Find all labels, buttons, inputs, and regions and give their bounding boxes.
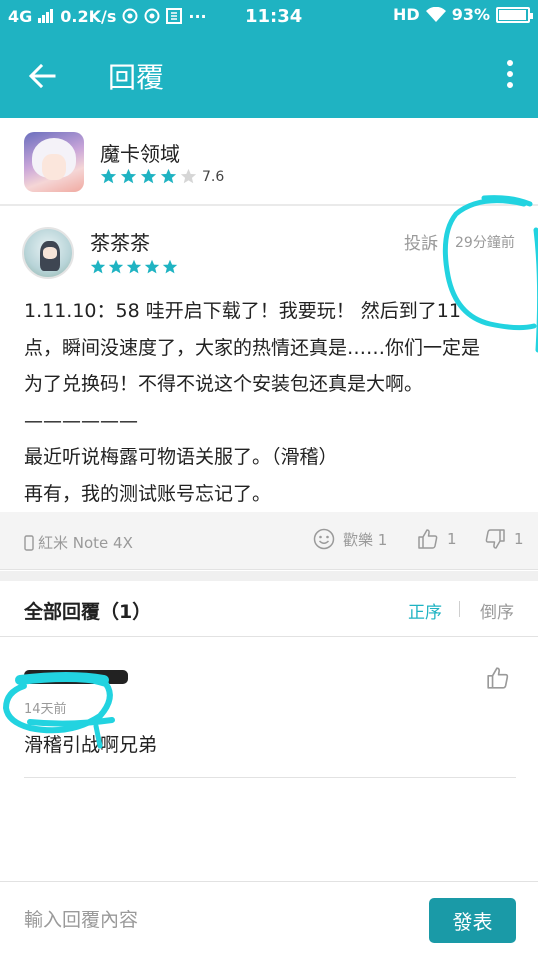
fun-label: 歡樂 1 (343, 530, 388, 549)
replies-title: 全部回覆（1） (24, 601, 152, 623)
star-filled-icon (140, 168, 157, 185)
like-button[interactable]: 1 (417, 528, 457, 550)
star-empty-icon (180, 168, 197, 185)
star-filled-icon (100, 168, 117, 185)
arrow-left-icon[interactable] (26, 60, 58, 92)
signal-icon (38, 9, 54, 23)
review-content: 1.11.10：58 哇开启下载了！我要玩！ 然后到了11 点，瞬间没速度了，大… (24, 293, 522, 512)
review-line: 1.11.10：58 哇开启下载了！我要玩！ 然后到了11 (24, 300, 461, 322)
star-filled-icon (108, 259, 124, 275)
device-info: 紅米 Note 4X (24, 532, 133, 553)
device-name: 紅米 Note 4X (38, 534, 133, 552)
reply-author-redacted[interactable] (24, 666, 134, 693)
replies-header: 全部回覆（1） 正序 倒序 (0, 581, 538, 637)
review-meta-bar: 紅米 Note 4X 歡樂 1 1 1 (0, 512, 538, 570)
notification-box-icon (166, 8, 183, 24)
game-icon (24, 132, 84, 192)
like-count: 1 (447, 530, 457, 548)
review-line: 点，瞬间没速度了，大家的热情还真是……你们一定是 (24, 336, 481, 359)
reply-time: 14天前 (24, 702, 67, 717)
star-filled-icon (90, 259, 106, 275)
phone-icon (24, 534, 34, 551)
review-line: 为了兑换码！不得不说这个安装包还真是大啊。 (24, 373, 424, 395)
send-button[interactable]: 發表 (429, 898, 516, 943)
dislike-count: 1 (514, 530, 524, 548)
battery-percent: 93% (451, 5, 490, 24)
star-filled-icon (162, 259, 178, 275)
avatar[interactable] (22, 227, 74, 279)
fun-button[interactable]: 歡樂 1 (313, 528, 387, 550)
battery-icon (496, 6, 533, 23)
game-header[interactable]: 魔卡领域 7.6 (0, 118, 538, 206)
review-time: 29分鐘前 (455, 235, 515, 251)
sort-separator (459, 601, 460, 617)
hd-indicator: HD (393, 5, 420, 24)
thumbs-down-icon (485, 529, 505, 549)
review-line: 最近听说梅露可物语关服了。（滑稽） (24, 446, 338, 468)
network-indicator: 4G (8, 6, 33, 26)
star-filled-icon (160, 168, 177, 185)
smiley-icon (313, 528, 335, 550)
network-speed: 0.2K/s (60, 6, 117, 26)
review-line: —————— (24, 409, 138, 432)
star-filled-icon (144, 259, 160, 275)
thumbs-up-icon[interactable] (486, 666, 510, 690)
reply-item: 14天前 滑稽引战啊兄弟 (24, 640, 516, 778)
star-filled-icon (126, 259, 142, 275)
app-notification-icon (122, 8, 138, 24)
reply-text: 滑稽引战啊兄弟 (24, 734, 158, 756)
game-rating-stars (100, 168, 197, 185)
section-divider (0, 571, 538, 581)
thumbs-up-icon (418, 529, 438, 549)
app-notification-icon (144, 8, 160, 24)
status-bar: 4G 0.2K/s ··· 11:34 HD 93% (0, 0, 538, 32)
reply-input[interactable] (24, 902, 414, 938)
game-rating-score: 7.6 (202, 169, 225, 185)
clock: 11:34 (245, 6, 303, 27)
report-button[interactable]: 投訴 (404, 229, 438, 254)
app-bar: 回覆 (0, 32, 538, 118)
dislike-button[interactable]: 1 (484, 528, 524, 550)
wifi-icon (425, 6, 446, 22)
review-card: 茶茶茶 投訴 29分鐘前 1.11.10：58 哇开启下载了！我要玩！ 然后到了… (0, 207, 538, 512)
more-notifications-icon: ··· (188, 6, 207, 26)
star-filled-icon (120, 168, 137, 185)
review-rating-stars (90, 259, 178, 275)
sort-descending-tab[interactable]: 倒序 (480, 598, 514, 623)
review-line: 再有，我的测试账号忘记了。 (24, 482, 272, 505)
reply-input-bar: 發表 (0, 881, 538, 956)
sort-ascending-tab[interactable]: 正序 (408, 598, 442, 623)
more-vertical-icon[interactable] (504, 60, 516, 92)
page-title: 回覆 (108, 61, 165, 94)
review-author[interactable]: 茶茶茶 (90, 227, 150, 256)
game-name: 魔卡领域 (100, 142, 180, 166)
